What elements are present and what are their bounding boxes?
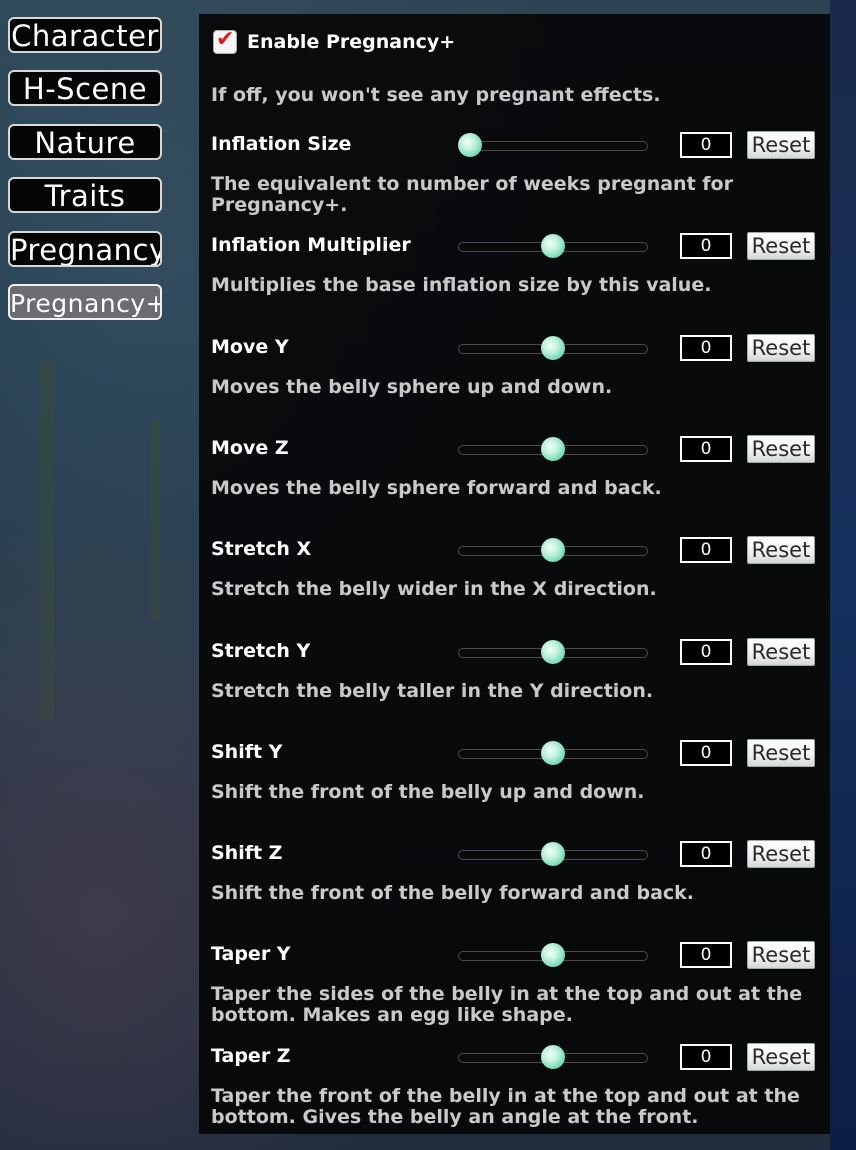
setting-label: Stretch X [211,538,312,560]
slider-track[interactable] [458,133,648,157]
setting-description: Taper the front of the belly in at the t… [211,1085,800,1128]
setting-label: Inflation Multiplier [211,234,411,256]
setting-description: Moves the belly sphere up and down. [211,376,613,398]
slider-track[interactable] [458,1045,648,1069]
reset-button[interactable]: Reset [747,435,815,463]
tab-traits[interactable]: Traits [8,177,162,213]
reset-button[interactable]: Reset [747,840,815,868]
reset-button[interactable]: Reset [747,131,815,159]
enable-description: If off, you won't see any pregnant effec… [211,84,661,106]
tab-h-scene[interactable]: H-Scene [8,70,162,106]
setting-description: The equivalent to number of weeks pregna… [211,173,733,216]
setting-label: Taper Z [211,1045,291,1067]
slider-track[interactable] [458,741,648,765]
value-input[interactable]: 0 [680,335,732,361]
background-scenery [150,420,160,620]
tab-pregnancy[interactable]: Pregnancy [8,231,162,267]
slider-track[interactable] [458,943,648,967]
setting-description: Stretch the belly taller in the Y direct… [211,680,654,702]
slider-track[interactable] [458,336,648,360]
slider-thumb[interactable] [541,842,565,866]
tab-character[interactable]: Character [8,17,162,53]
reset-button[interactable]: Reset [747,536,815,564]
value-input[interactable]: 0 [680,233,732,259]
value-input[interactable]: 0 [680,841,732,867]
value-input[interactable]: 0 [680,942,732,968]
slider-thumb[interactable] [541,1045,565,1069]
setting-label: Taper Y [211,943,291,965]
setting-label: Inflation Size [211,133,352,155]
value-input[interactable]: 0 [680,436,732,462]
slider-thumb[interactable] [541,234,565,258]
background-scenery [40,360,54,720]
reset-button[interactable]: Reset [747,739,815,767]
slider-track[interactable] [458,234,648,258]
setting-label: Move Y [211,336,289,358]
tab-nature[interactable]: Nature [8,124,162,160]
setting-label: Shift Z [211,842,283,864]
reset-button[interactable]: Reset [747,638,815,666]
checkmark-icon: ✔ [216,27,235,52]
value-input[interactable]: 0 [680,740,732,766]
reset-button[interactable]: Reset [747,334,815,362]
slider-track[interactable] [458,437,648,461]
slider-thumb[interactable] [541,336,565,360]
setting-label: Shift Y [211,741,283,763]
slider-thumb[interactable] [541,943,565,967]
reset-button[interactable]: Reset [747,941,815,969]
setting-description: Multiplies the base inflation size by th… [211,274,712,296]
enable-pregnancy-plus-row: ✔ Enable Pregnancy+ [213,27,456,56]
slider-track[interactable] [458,842,648,866]
slider-track[interactable] [458,538,648,562]
enable-pregnancy-plus-checkbox[interactable]: ✔ [213,27,237,54]
setting-description: Stretch the belly wider in the X directi… [211,578,657,600]
value-input[interactable]: 0 [680,132,732,158]
reset-button[interactable]: Reset [747,232,815,260]
slider-thumb[interactable] [541,538,565,562]
reset-button[interactable]: Reset [747,1043,815,1071]
slider-thumb[interactable] [541,437,565,461]
enable-pregnancy-plus-label: Enable Pregnancy+ [247,31,456,53]
value-input[interactable]: 0 [680,639,732,665]
setting-description: Taper the sides of the belly in at the t… [211,983,803,1026]
setting-description: Moves the belly sphere forward and back. [211,477,662,499]
slider-track[interactable] [458,640,648,664]
setting-label: Stretch Y [211,640,311,662]
tab-pregnancy-plus[interactable]: Pregnancy+ [8,284,162,320]
value-input[interactable]: 0 [680,537,732,563]
setting-description: Shift the front of the belly up and down… [211,781,645,803]
value-input[interactable]: 0 [680,1044,732,1070]
slider-thumb[interactable] [541,741,565,765]
slider-thumb[interactable] [541,640,565,664]
setting-description: Shift the front of the belly forward and… [211,882,695,904]
setting-label: Move Z [211,437,289,459]
background-scenery [830,0,856,1150]
